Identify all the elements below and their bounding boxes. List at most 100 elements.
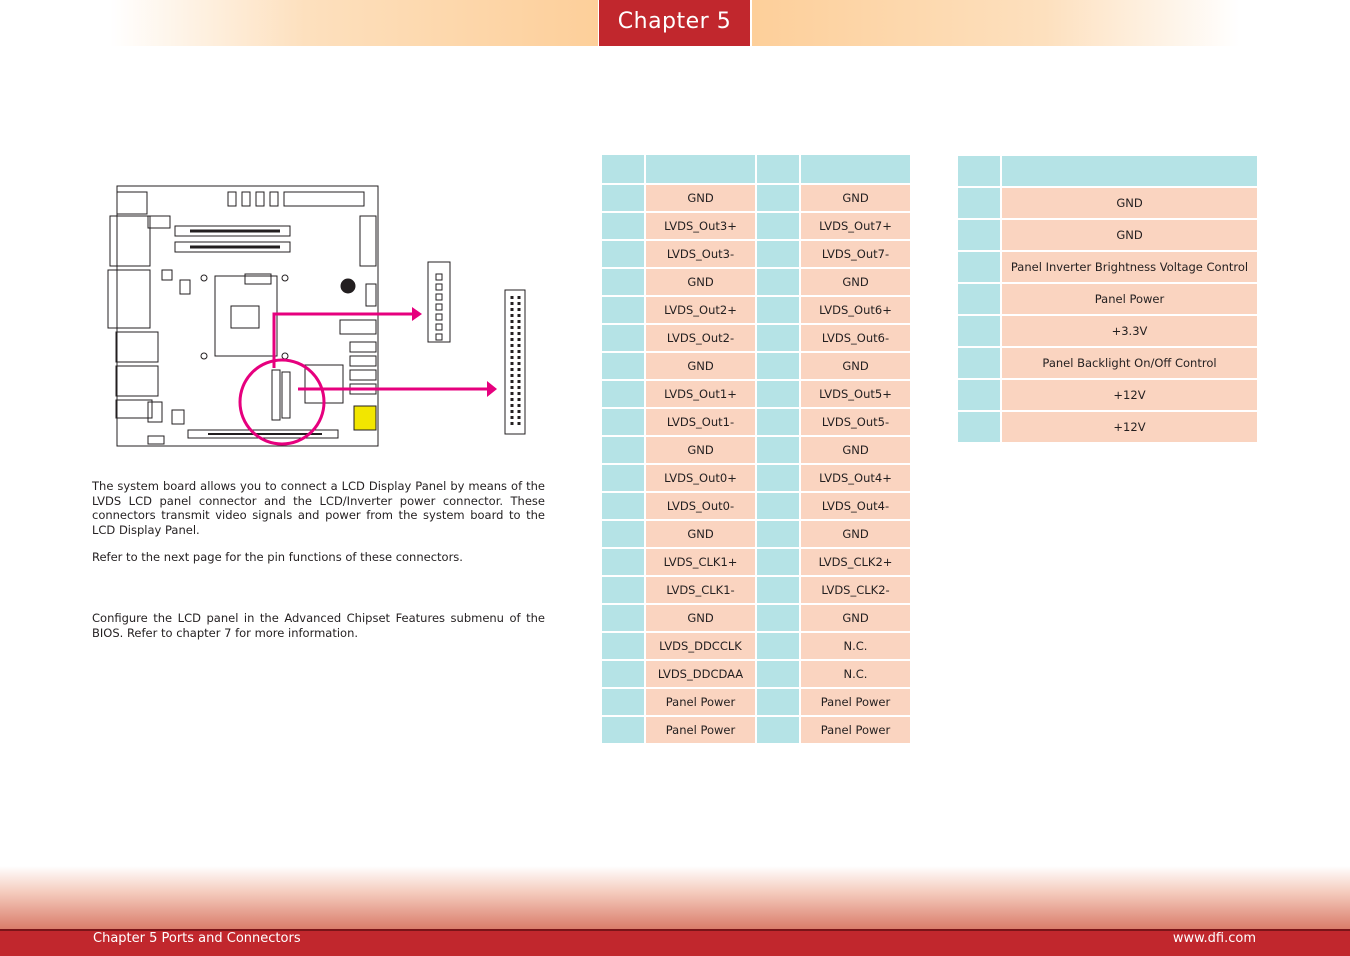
pin-number-cell — [757, 185, 799, 211]
rear-io-jack — [115, 399, 153, 419]
table-row: LVDS_CLK1- LVDS_CLK2- — [602, 577, 910, 603]
pin-function-cell: GND — [646, 605, 755, 631]
pin-function-cell: GND — [646, 353, 755, 379]
table-row: +3.3V — [958, 316, 1257, 346]
table-row: LVDS_DDCDAA N.C. — [602, 661, 910, 687]
table-row: Panel Backlight On/Off Control — [958, 348, 1257, 378]
pin-number-cell — [757, 213, 799, 239]
board-outline — [116, 185, 379, 447]
pin-number-cell — [757, 521, 799, 547]
pin-function-cell: Panel Power — [801, 717, 910, 743]
pin-number-cell — [757, 493, 799, 519]
pin-function-cell: N.C. — [801, 633, 910, 659]
pin-number-cell — [602, 605, 644, 631]
table-row: GND — [958, 220, 1257, 250]
pin-number-cell — [958, 348, 1000, 378]
pin-number-cell — [602, 325, 644, 351]
table-header-row — [602, 155, 910, 183]
pin-number-cell — [602, 269, 644, 295]
table-row: LVDS_Out2+ LVDS_Out6+ — [602, 297, 910, 323]
pin-function-cell: LVDS_Out6+ — [801, 297, 910, 323]
pin-function-cell: LVDS_Out7- — [801, 241, 910, 267]
pin-function-cell: LVDS_Out5+ — [801, 381, 910, 407]
pin-number-cell — [757, 633, 799, 659]
board-diagram — [107, 185, 526, 447]
pin-function-cell: GND — [646, 269, 755, 295]
pin-number-cell — [757, 605, 799, 631]
pin-function-cell: GND — [646, 521, 755, 547]
lvds-pin-table: GND GND LVDS_Out3+ LVDS_Out7+ LVDS_Out3- LVDS… — [600, 153, 912, 745]
table-row: GND GND — [602, 521, 910, 547]
pin-number-cell — [757, 353, 799, 379]
table-header-row — [958, 156, 1257, 186]
pin-function-cell: +12V — [1002, 380, 1257, 410]
pin-number-cell — [958, 188, 1000, 218]
pin-number-cell — [958, 252, 1000, 282]
table-row: GND — [958, 188, 1257, 218]
pin-function-cell: LVDS_Out3+ — [646, 213, 755, 239]
pin-function-cell: GND — [801, 185, 910, 211]
pin-number-cell — [602, 689, 644, 715]
table-row: LVDS_Out0- LVDS_Out4- — [602, 493, 910, 519]
pin-number-cell — [757, 661, 799, 687]
header-band-left — [110, 0, 598, 46]
pin-function-cell: LVDS_Out4+ — [801, 465, 910, 491]
pin-function-cell: LVDS_Out1- — [646, 409, 755, 435]
pin-number-cell — [757, 269, 799, 295]
rear-io-vga — [109, 215, 151, 267]
table-row: LVDS_CLK1+ LVDS_CLK2+ — [602, 549, 910, 575]
pin-function-cell: GND — [801, 353, 910, 379]
pin-number-cell — [602, 241, 644, 267]
pin-number-cell — [757, 549, 799, 575]
table-row: +12V — [958, 380, 1257, 410]
rear-io-audio — [115, 365, 159, 397]
pin-number-cell — [602, 353, 644, 379]
table-row: GND GND — [602, 185, 910, 211]
arrow-inverter — [272, 312, 415, 368]
pin-function-cell: +12V — [1002, 412, 1257, 442]
table-row: GND GND — [602, 437, 910, 463]
table-row: LVDS_Out1- LVDS_Out5- — [602, 409, 910, 435]
pin-number-cell — [602, 717, 644, 743]
pin-number-cell — [602, 521, 644, 547]
pin-function-cell: Panel Power — [1002, 284, 1257, 314]
table-row: LVDS_Out0+ LVDS_Out4+ — [602, 465, 910, 491]
table-row: Panel Power Panel Power — [602, 717, 910, 743]
pin-number-cell — [757, 437, 799, 463]
cpu-socket — [214, 275, 278, 357]
pin-function-cell: Panel Backlight On/Off Control — [1002, 348, 1257, 378]
pin-number-cell — [602, 381, 644, 407]
intro-paragraph-3: Configure the LCD panel in the Advanced … — [92, 611, 545, 640]
pin-function-cell: Panel Inverter Brightness Voltage Contro… — [1002, 252, 1257, 282]
pin-number-cell — [602, 409, 644, 435]
pin-function-cell: LVDS_Out1+ — [646, 381, 755, 407]
pin-function-cell: GND — [801, 437, 910, 463]
pin-function-cell: GND — [1002, 188, 1257, 218]
pin-function-cell: GND — [646, 185, 755, 211]
pin-function-cell: Panel Power — [646, 717, 755, 743]
footer-website: www.dfi.com — [1172, 931, 1256, 946]
chapter-tab: Chapter 5 — [599, 0, 750, 46]
pin-number-cell — [757, 717, 799, 743]
pin-function-cell: GND — [801, 269, 910, 295]
rear-io-dvi — [107, 269, 151, 329]
pin-function-cell: LVDS_Out7+ — [801, 213, 910, 239]
inverter-pin-table: GND GND Panel Inverter Brightness Voltage … — [956, 154, 1259, 444]
pin-number-cell — [602, 549, 644, 575]
pin-number-cell — [757, 577, 799, 603]
table-row: +12V — [958, 412, 1257, 442]
pin-function-cell: LVDS_Out3- — [646, 241, 755, 267]
table-row: LVDS_DDCCLK N.C. — [602, 633, 910, 659]
lvds-connector-onboard — [271, 369, 281, 421]
table-row: Panel Power Panel Power — [602, 689, 910, 715]
pin-number-cell — [757, 465, 799, 491]
table-row: Panel Power — [958, 284, 1257, 314]
table-row: LVDS_Out1+ LVDS_Out5+ — [602, 381, 910, 407]
table-row: GND GND — [602, 605, 910, 631]
pin-function-cell: GND — [646, 437, 755, 463]
pin-number-cell — [602, 465, 644, 491]
pin-function-cell: LVDS_CLK2- — [801, 577, 910, 603]
intro-paragraph-2: Refer to the next page for the pin funct… — [92, 550, 463, 564]
pin-function-cell: GND — [1002, 220, 1257, 250]
pin-number-cell — [602, 493, 644, 519]
